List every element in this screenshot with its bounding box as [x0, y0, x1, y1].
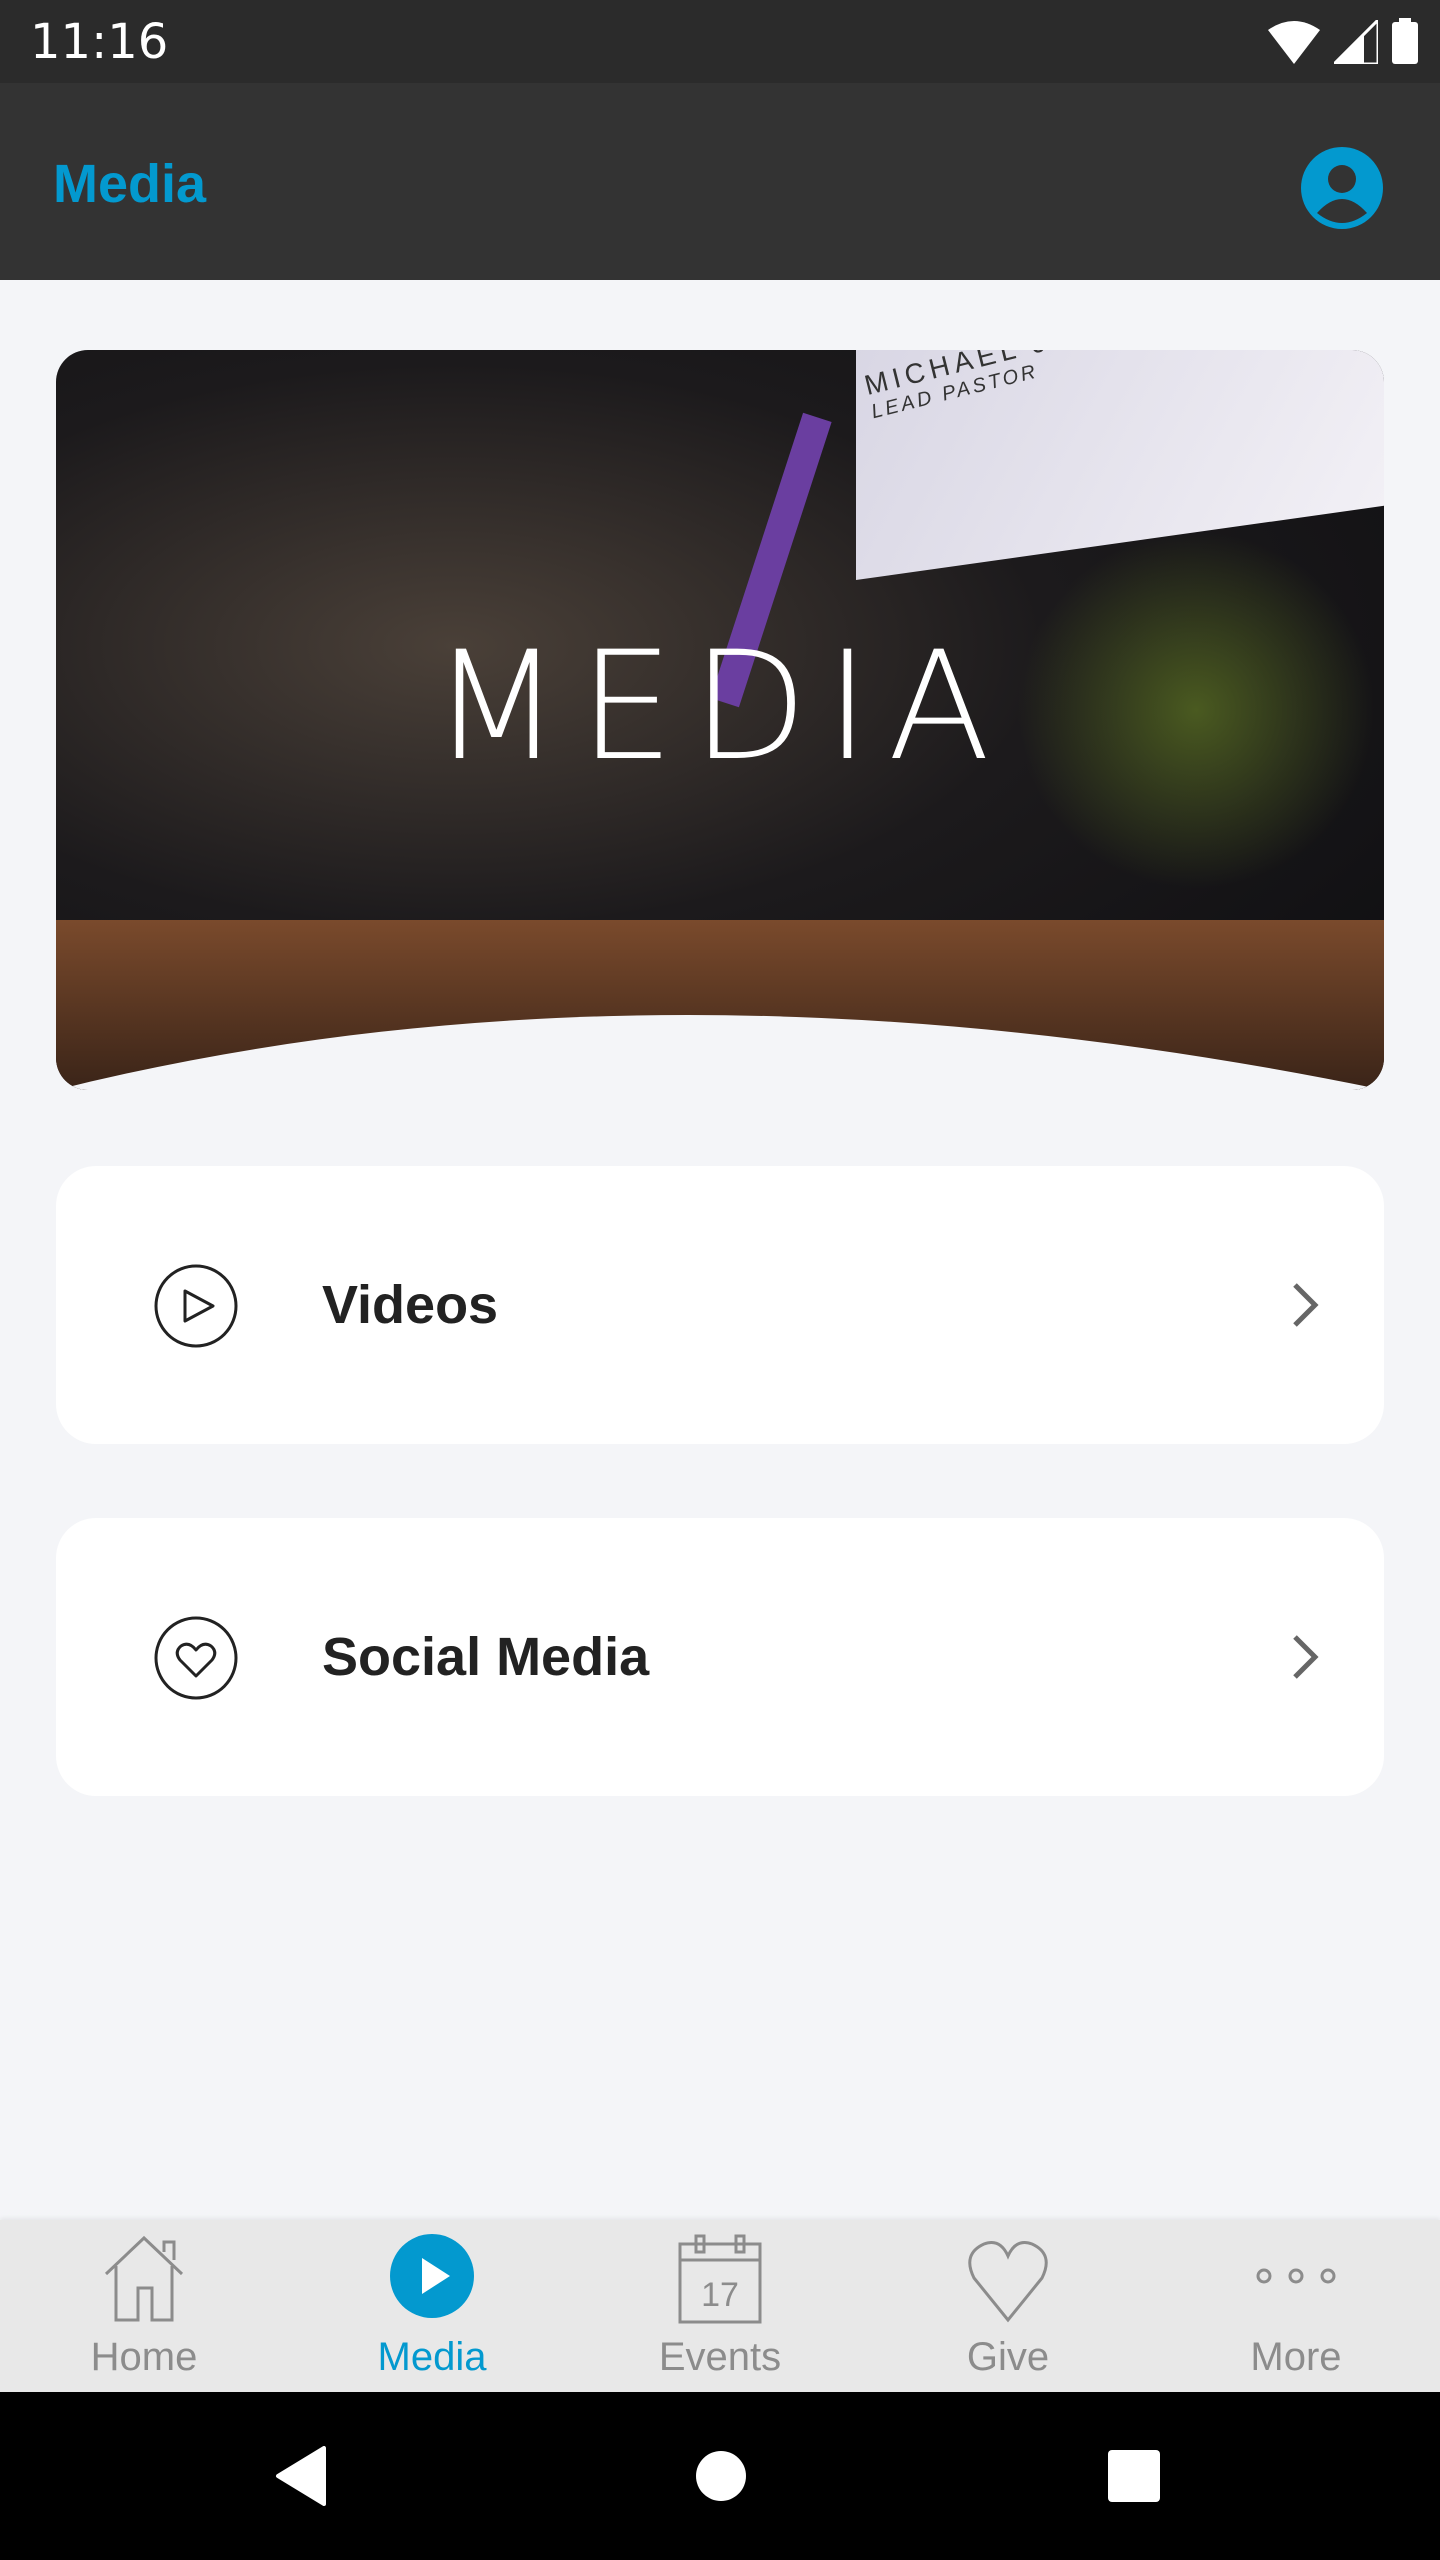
chevron-right-icon [1293, 1635, 1319, 1679]
tab-home[interactable]: Home [0, 2220, 288, 2392]
home-button-icon[interactable] [695, 2450, 747, 2502]
home-icon [104, 2235, 184, 2322]
menu-item-label: Videos [322, 1275, 499, 1335]
menu-item-videos[interactable]: Videos [56, 1166, 1384, 1444]
tab-more[interactable]: More [1152, 2220, 1440, 2392]
hero-curve [56, 1015, 1384, 1090]
status-time: 11:16 [30, 14, 169, 70]
app-bar: Media [0, 83, 1440, 280]
recents-icon[interactable] [1108, 2450, 1160, 2502]
play-icon [390, 2234, 474, 2318]
tab-media[interactable]: Media [288, 2220, 576, 2392]
tab-give[interactable]: Give [864, 2220, 1152, 2392]
more-icon [1256, 2268, 1336, 2284]
system-nav-bar [0, 2392, 1440, 2560]
hero-banner: MICHAEL JA LEAD PASTOR MEDIA [56, 350, 1384, 1090]
status-bar: 11:16 [0, 0, 1440, 83]
heart-circle-icon [154, 1616, 238, 1700]
account-circle-icon[interactable] [1301, 147, 1383, 229]
bottom-nav: Home Media 17 Events Give More [0, 2220, 1440, 2392]
back-icon[interactable] [274, 2446, 328, 2506]
menu-item-social-media[interactable]: Social Media [56, 1518, 1384, 1796]
calendar-icon: 17 [678, 2234, 762, 2324]
page-title: Media [53, 154, 207, 214]
svg-text:17: 17 [701, 2276, 739, 2314]
battery-icon [1392, 18, 1418, 64]
tab-events[interactable]: 17 Events [576, 2220, 864, 2392]
heart-icon [968, 2241, 1048, 2323]
signal-icon [1334, 20, 1378, 64]
chevron-right-icon [1293, 1283, 1319, 1327]
menu-item-label: Social Media [322, 1627, 650, 1687]
wifi-icon [1268, 21, 1320, 64]
hero-heading: MEDIA [431, 620, 1009, 794]
play-circle-icon [154, 1264, 238, 1348]
